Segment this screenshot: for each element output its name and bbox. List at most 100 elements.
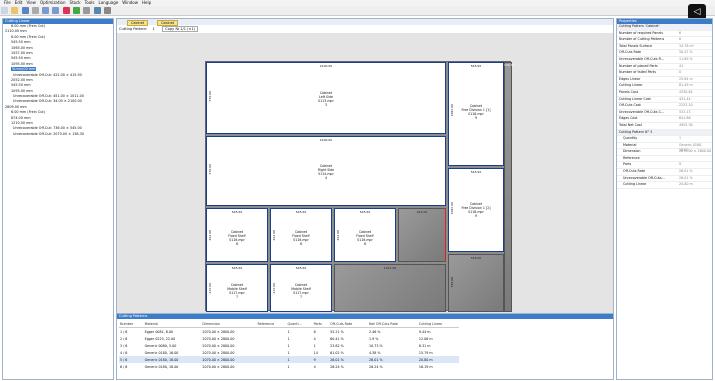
property-row[interactable]: Unrecoverable Off-Cuts... 26.01 % [617,176,712,183]
redo-icon[interactable] [52,7,60,14]
part-fixed-shelf-1[interactable]: 545.50 422.00 Cabinet Fixed Shelf 0116.m… [206,208,268,262]
part-dim-top: 545.50 [295,266,307,270]
property-key: Parts [623,162,632,167]
property-row[interactable]: Edges Linear 25.84 m [617,77,712,84]
offcut-dim: 1011.00 [383,266,397,270]
part-dim-top: 545.50 [231,266,243,270]
property-row[interactable]: Unrecoverable Off-Cuts C... 532.13 [617,110,712,117]
zoom-icon[interactable] [83,7,91,14]
property-row[interactable]: Cutting Linear 20.80 m [617,182,712,189]
column-header[interactable]: Cutting Linear [417,320,459,328]
part-free-division-1[interactable]: 545.50 1095.00 Cabinet Free Division 1 [… [448,62,504,166]
property-row[interactable]: Cutting Pattern N° 5 [617,129,712,137]
part-free-division-2[interactable]: 545.50 1095.00 Cabinet Free Division 1 [… [448,168,504,252]
property-value: 50.47 % [679,50,693,55]
column-header[interactable]: Reference [256,320,287,328]
tree-item[interactable]: Unrecoverable Off-Cut: 2070.00 × 136.30 [3,132,113,137]
property-value: 532.13 [679,109,691,114]
part-dim-top: 545.50 [295,210,307,214]
tree-item-label: Unrecoverable Off-Cut: 34.00 × 2100.00 [13,99,82,104]
property-key: Off-Cuts Rate [623,169,646,174]
table-row[interactable]: 1 / 6 Egger 0081, 6.00 2070.00 × 2800.00 1 6… [119,328,459,336]
table-cell: 1 [287,364,290,369]
table-cell: 1.9 % [369,336,379,341]
table-row[interactable]: 6 / 6 Generic 0180, 18.00 2070.00 × 2800.0… [119,363,459,370]
part-fixed-shelf-2[interactable]: 545.50 422.00 Cabinet Fixed Shelf 0116.m… [270,208,332,262]
property-key: Unrecoverable Off-Cuts R... [619,56,664,61]
table-cell: Egger 0081, 6.00 [144,329,174,334]
column-header[interactable]: Off-Cuts Rate [329,320,369,328]
property-key: Edges Linear [619,76,641,81]
property-value: 26.01 % [679,169,693,174]
property-row[interactable]: Material Generic 0180, 18.00 [617,143,712,152]
column-header[interactable]: Net Off-Cuts Rate [368,320,418,328]
table-cell [256,356,287,363]
property-key: Total Net Cost [619,122,642,127]
table-cell: 4.38 % [369,350,381,355]
table-cell: 10.73 % [369,343,383,348]
property-row[interactable]: Parts 9 [617,162,712,170]
print-icon[interactable] [31,7,39,14]
optimize-icon[interactable] [62,7,70,14]
cutting-pattern-view: Cabinet Cabinet Cutting Pattern: 1 Copy … [116,18,614,380]
pattern-copy-select[interactable]: Copy № 1/1 (×1) [162,26,199,32]
new-icon[interactable] [1,7,8,14]
table-cell: 1 [287,336,290,341]
property-row[interactable]: Off-Cuts Rate 50.47 % [617,50,712,57]
table-cell: 4 [313,364,316,369]
part-left-side[interactable]: 2100.00 570.00 Cabinet Left Side 0113.mp… [206,62,446,134]
property-row[interactable]: Off-Cuts Rate 26.01 % [617,169,712,176]
column-header[interactable]: Quanti... [286,320,313,328]
open-icon[interactable] [11,7,19,14]
save-icon[interactable] [21,7,29,14]
table-row[interactable]: 2 / 6 Egger 0225, 22.00 2070.00 × 2800.00 1… [119,335,459,342]
table-cell [257,328,287,336]
part-right-side[interactable]: 2100.00 570.00 Cabinet Right Side 0114.m… [206,136,446,206]
table-cell: 2070.00 × 2800.00 [202,336,235,341]
table-cell: 26.01 % [329,356,369,363]
table-cell: 9 [312,356,330,363]
offcut-dim-side: 736.00 [450,277,454,288]
property-row[interactable]: Quantity 1 [617,136,712,143]
undo-icon[interactable] [42,7,50,14]
pattern-number[interactable]: 1 [153,27,155,31]
property-row[interactable]: Total Net Cost 4953.30 [617,123,712,130]
tree-item-label: 1210.00 mm [11,121,33,126]
property-row[interactable]: Dimension 2070.00 × 2800.00 [617,149,712,156]
column-header[interactable]: Parts [312,320,330,328]
column-header[interactable]: Dimension [201,320,257,328]
property-row[interactable]: Panels Cost 4330.62 [617,90,712,97]
property-row[interactable]: Number of Cutting Patterns 6 [617,37,712,44]
table-header: Number Material Dimension Reference Quanti..… [119,320,459,328]
part-mobile-shelf-1[interactable]: 545.50 415.00 Cabinet Mobile Shelf 0117.… [206,264,268,312]
table-cell: 6 [313,329,316,334]
layout-icon[interactable] [93,7,101,14]
property-row[interactable]: Number of failed Parts 0 [617,70,712,77]
part-fixed-shelf-3[interactable]: 545.50 422.00 Cabinet Fixed Shelf 0116.m… [334,208,396,262]
table-row[interactable]: 3 / 6 Generic 0080, 5.00 2070.00 × 2800.00… [119,342,459,349]
toolbar [0,6,715,16]
table-cell: 23.82 % [330,343,344,348]
table-cell: 1 [287,343,290,348]
property-row[interactable]: Cutting Linear 81.49 m [617,83,712,90]
part-mobile-shelf-2[interactable]: 545.50 415.00 Cabinet Mobile Shelf 0117.… [270,264,332,312]
run-icon[interactable] [72,7,80,14]
property-row[interactable]: Number of placed Parts 41 [617,64,712,71]
property-row[interactable]: Unrecoverable Off-Cuts R... 11.89 % [617,57,712,64]
table-cell: 2.46 % [369,329,381,334]
property-row[interactable]: Reference [617,156,712,163]
property-key: Number of required Panels [619,30,663,35]
table-row[interactable]: 5 / 6 Generic 0180, 18.00 2070.00 × 2800.0… [119,356,459,363]
property-row[interactable]: Total Panels Surface 34.78 m² [617,44,712,51]
table-row[interactable]: 4 / 6 Generic 0180, 16.00 2070.00 × 2800.0… [119,349,459,356]
part-label: Cabinet Mobile Shelf 0117.mpr 7 [227,283,247,300]
settings-icon[interactable] [103,7,111,14]
property-row[interactable]: Cutting Linear Cost 431.44 [617,97,712,104]
property-row[interactable]: Off-Cuts Cost 2253.10 [617,103,712,110]
column-header[interactable]: Material [143,320,202,328]
column-header[interactable]: Number [119,320,144,328]
part-label: Cabinet Free Division 1 [1] 0118.mpr 9 [461,103,491,120]
offcut-dim: 451.00 [416,210,428,214]
property-row[interactable]: Number of required Panels 6 [617,31,712,38]
property-row[interactable]: Edges Cost 641.86 [617,116,712,123]
